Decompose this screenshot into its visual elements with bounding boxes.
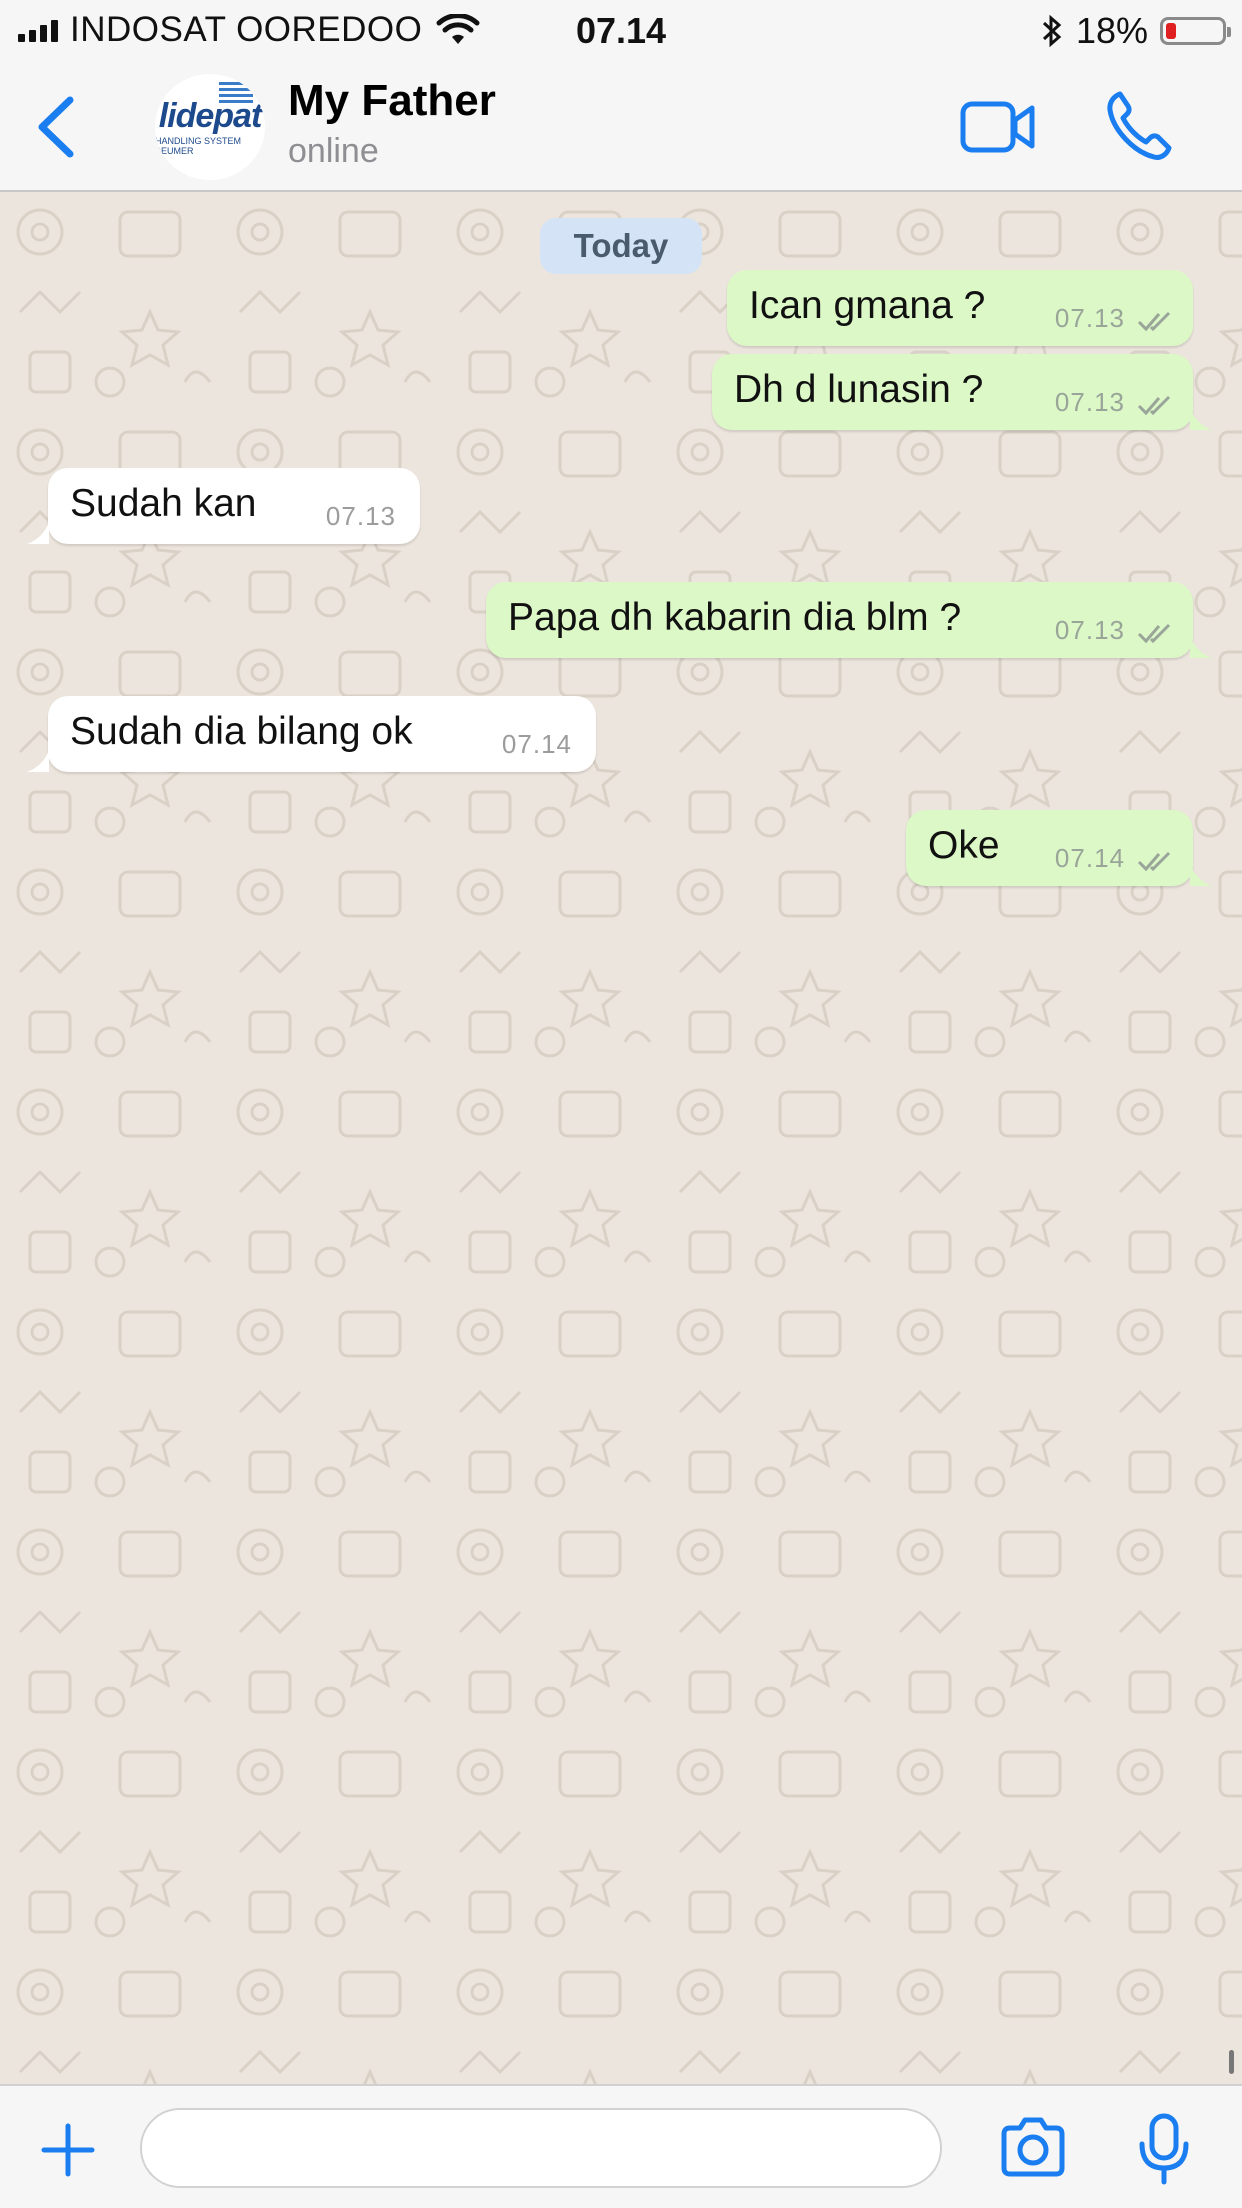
message-time: 07.13	[1054, 387, 1125, 417]
message-bubble-incoming[interactable]: Sudah dia bilang ok 07.14	[48, 696, 596, 772]
avatar-logo-subtext: HANDLING SYSTEM BEUMER	[155, 135, 242, 156]
double-check-icon	[1137, 851, 1171, 872]
input-bar	[0, 2084, 1242, 2208]
message-time: 07.13	[1054, 303, 1125, 333]
message-text: Ican gmana ?	[749, 284, 986, 327]
message-time: 07.13	[325, 501, 396, 531]
bubble-tail	[1190, 408, 1212, 430]
status-right: 18%	[1040, 10, 1231, 52]
status-bar: INDOSAT OOREDOO 07.14 18%	[0, 0, 1242, 62]
battery-level	[1166, 23, 1176, 39]
bubble-tail	[1190, 636, 1212, 658]
scroll-indicator[interactable]	[1229, 2050, 1234, 2074]
battery-icon	[1160, 17, 1231, 45]
plus-icon[interactable]	[40, 2122, 96, 2178]
bubble-tail	[27, 522, 49, 544]
video-call-icon[interactable]	[960, 94, 1036, 160]
message-bubble-outgoing[interactable]: Oke 07.14	[906, 810, 1193, 886]
message-text: Sudah kan	[70, 482, 257, 525]
chat-header: lidepat HANDLING SYSTEM BEUMER My Father…	[0, 62, 1242, 192]
message-input[interactable]	[140, 2108, 942, 2188]
date-separator: Today	[540, 218, 702, 274]
bubble-tail	[27, 750, 49, 772]
message-text: Dh d lunasin ?	[734, 368, 984, 411]
message-text: Papa dh kabarin dia blm ?	[508, 596, 962, 639]
bluetooth-icon	[1042, 14, 1062, 48]
double-check-icon	[1137, 311, 1171, 332]
message-time: 07.14	[1054, 843, 1125, 873]
avatar[interactable]: lidepat HANDLING SYSTEM BEUMER	[155, 74, 265, 180]
message-bubble-outgoing[interactable]: Ican gmana ? 07.13	[727, 270, 1193, 346]
back-chevron-icon[interactable]	[30, 92, 90, 162]
message-bubble-outgoing[interactable]: Dh d lunasin ? 07.13	[712, 354, 1193, 430]
message-text: Oke	[928, 824, 1000, 867]
double-check-icon	[1137, 395, 1171, 416]
message-bubble-outgoing[interactable]: Papa dh kabarin dia blm ? 07.13	[486, 582, 1193, 658]
double-check-icon	[1137, 623, 1171, 644]
message-bubble-incoming[interactable]: Sudah kan 07.13	[48, 468, 420, 544]
message-time: 07.14	[501, 729, 572, 759]
message-time: 07.13	[1054, 615, 1125, 645]
contact-status: online	[288, 132, 379, 170]
phone-icon[interactable]	[1106, 90, 1172, 162]
battery-percent: 18%	[1075, 10, 1148, 51]
message-text: Sudah dia bilang ok	[70, 710, 413, 753]
microphone-icon[interactable]	[1136, 2112, 1192, 2186]
bubble-tail	[1190, 864, 1212, 886]
camera-icon[interactable]	[998, 2116, 1068, 2178]
chat-area[interactable]: Today Ican gmana ? 07.13 Dh d lunasin ? …	[0, 192, 1242, 2084]
contact-name[interactable]: My Father	[288, 76, 496, 126]
avatar-logo-graphic	[219, 82, 253, 106]
